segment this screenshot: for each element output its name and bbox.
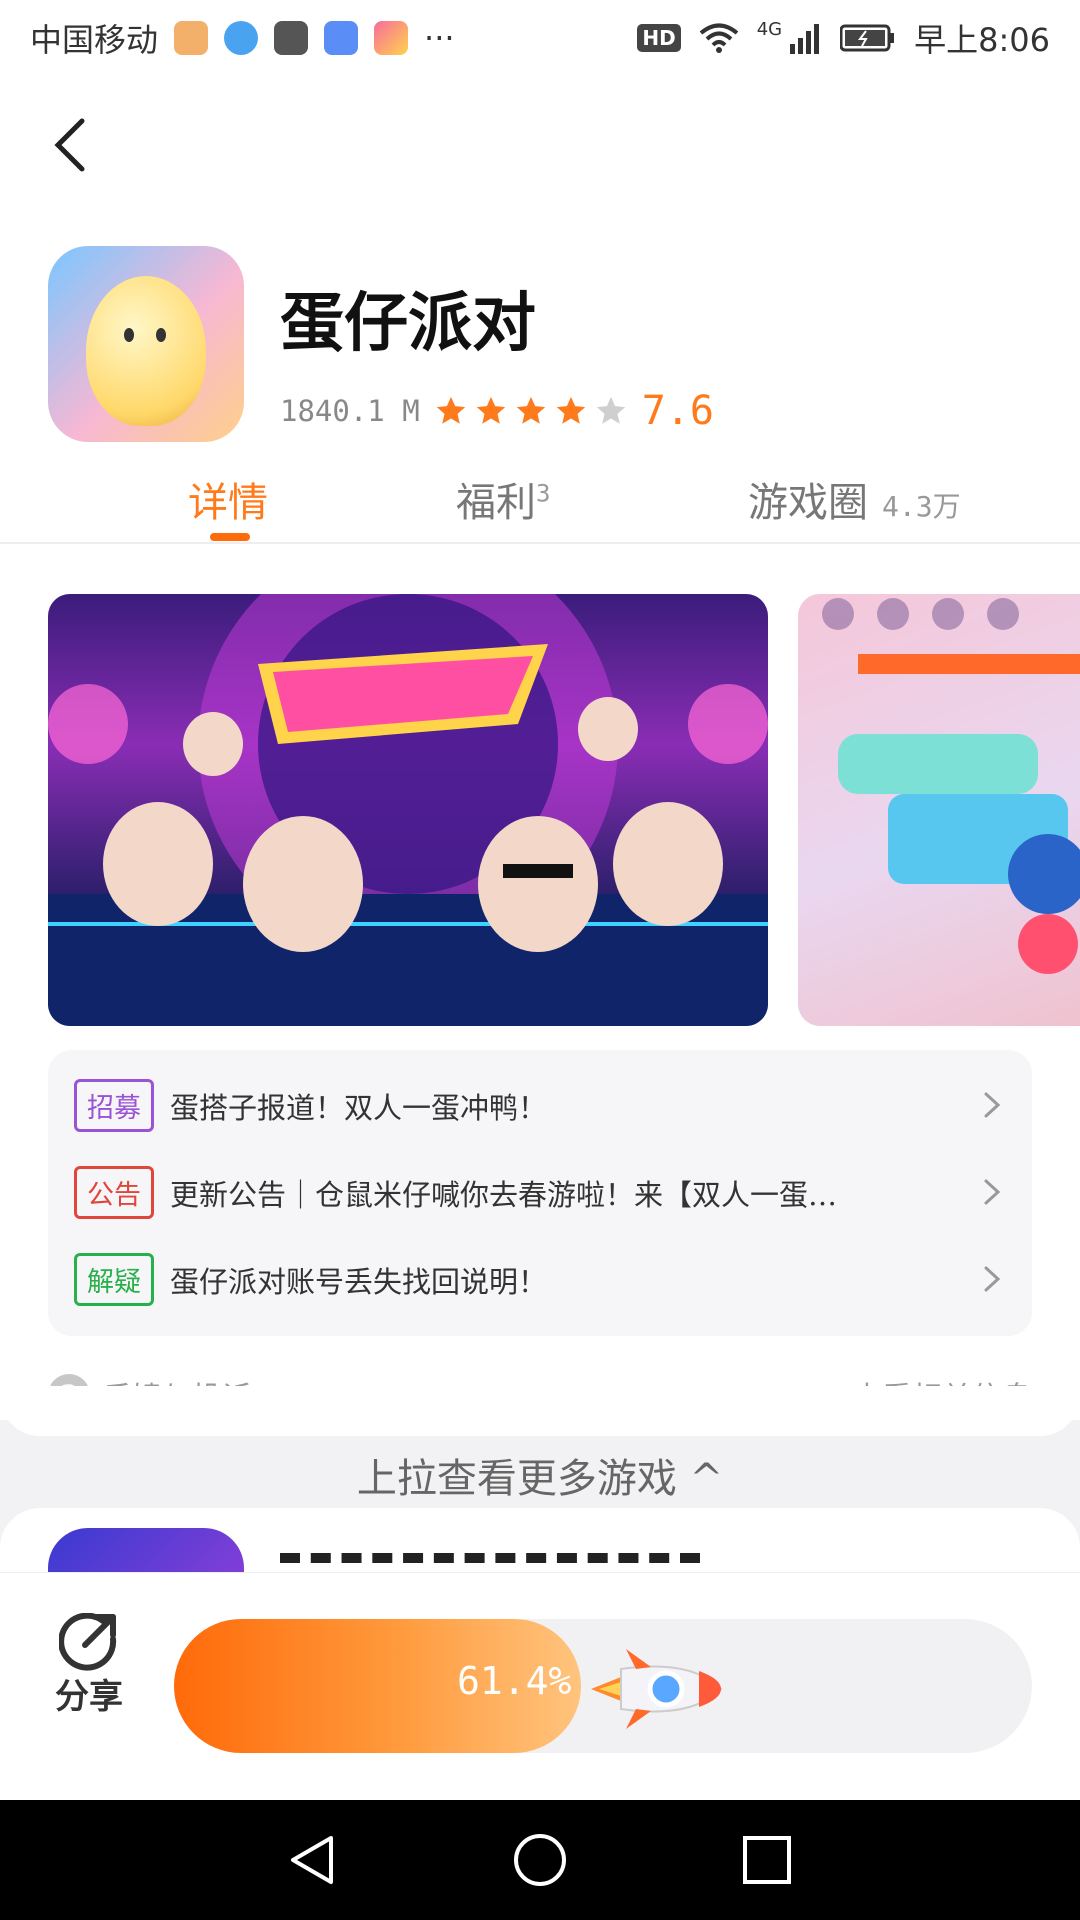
signal-icon [790,24,820,54]
app-icon [48,246,244,442]
clock: 早上8:06 [914,21,1050,59]
carrier-label: 中国移动 [30,21,159,59]
notification-app-icon [174,21,209,55]
rating-stars [434,394,628,428]
chevron-right-icon [984,1092,1001,1118]
nav-home-icon[interactable] [510,1830,570,1890]
app-title: 蛋仔派对 [280,286,536,361]
chevron-right-icon [984,1179,1001,1205]
screenshot-carousel[interactable] [48,594,1080,1026]
notice-item[interactable]: 招募 蛋搭子报道！双人一蛋冲鸭！ [48,1062,1032,1149]
nav-recents-icon[interactable] [737,1830,797,1890]
chevron-left-icon [54,118,85,172]
details-panel: 招募 蛋搭子报道！双人一蛋冲鸭！ 公告 更新公告｜仓鼠米仔喊你去春游啦！来【双人一蛋…… [0,546,1080,1436]
hd-badge: HD [637,24,681,52]
network-type-label: 4G [756,18,783,40]
download-progress-text: 61.4% [457,1659,572,1703]
back-button[interactable] [50,110,120,180]
tab-game-circle-count: 4.3万 [882,490,961,523]
notification-browser-icon [224,21,259,55]
notice-tag: 公告 [74,1166,154,1219]
rating-score: 7.6 [641,388,714,434]
notification-music-icon [324,21,359,55]
screenshot-2-art [822,598,1080,974]
tab-active-indicator [210,533,250,541]
panel-bottom-edge [0,1386,1080,1436]
notice-tag: 招募 [74,1079,154,1132]
app-header: 蛋仔派对 1840.1 M 7.6 [48,246,714,442]
star-filled-icon [516,396,545,424]
nav-back-icon[interactable] [283,1830,343,1890]
more-notifications-icon: ··· [424,19,455,57]
share-button[interactable]: 分享 [54,1613,124,1715]
notification-hms-icon [274,21,309,55]
pull-up-more-games[interactable]: 上拉查看更多游戏 ^ [0,1446,1080,1504]
chevron-right-icon [984,1266,1001,1292]
screenshot-1-art [48,594,768,1026]
battery-icon [840,24,895,52]
rocket-icon [591,1649,723,1729]
notice-list: 招募 蛋搭子报道！双人一蛋冲鸭！ 公告 更新公告｜仓鼠米仔喊你去春游啦！来【双人一蛋…… [48,1050,1032,1336]
tab-benefits-badge: 3 [536,479,551,508]
screenshot-2[interactable] [798,594,1080,1026]
tab-bar: 详情 福利3 游戏圈 4.3万 [0,470,1080,544]
system-nav-bar [0,1800,1080,1920]
notice-tag: 解疑 [74,1253,154,1306]
bottom-action-bar: 分享 61.4% [0,1572,1080,1800]
tab-details-label: 详情 [188,480,268,526]
app-size: 1840.1 M [280,394,420,428]
notification-market-icon [374,21,409,55]
egg-mascot-icon [86,276,206,426]
tab-game-circle-label: 游戏圈 [748,480,868,526]
tab-details[interactable]: 详情 [188,470,268,528]
share-icon [59,1613,117,1671]
notice-item[interactable]: 公告 更新公告｜仓鼠米仔喊你去春游啦！来【双人一蛋… [48,1149,1032,1236]
status-bar: 中国移动 ··· HD 4G 早上8:06 [0,0,1080,76]
notice-text: 蛋仔派对账号丢失找回说明！ [170,1264,548,1299]
next-game-card-peek[interactable] [0,1508,1080,1578]
share-label: 分享 [55,1677,123,1717]
download-progress-button[interactable]: 61.4% [174,1619,1032,1753]
screenshot-1[interactable] [48,594,768,1026]
notice-item[interactable]: 解疑 蛋仔派对账号丢失找回说明！ [48,1236,1032,1323]
tab-game-circle[interactable]: 游戏圈 4.3万 [748,470,961,528]
next-game-icon [48,1528,244,1578]
wifi-icon [699,23,738,53]
star-filled-icon [436,396,465,424]
notice-text: 蛋搭子报道！双人一蛋冲鸭！ [170,1090,548,1125]
star-filled-icon [476,396,505,424]
notice-text: 更新公告｜仓鼠米仔喊你去春游啦！来【双人一蛋… [170,1177,838,1212]
star-filled-icon [556,396,585,424]
tab-benefits[interactable]: 福利3 [456,470,550,528]
star-empty-icon [596,396,625,424]
tab-benefits-label: 福利 [456,480,536,526]
